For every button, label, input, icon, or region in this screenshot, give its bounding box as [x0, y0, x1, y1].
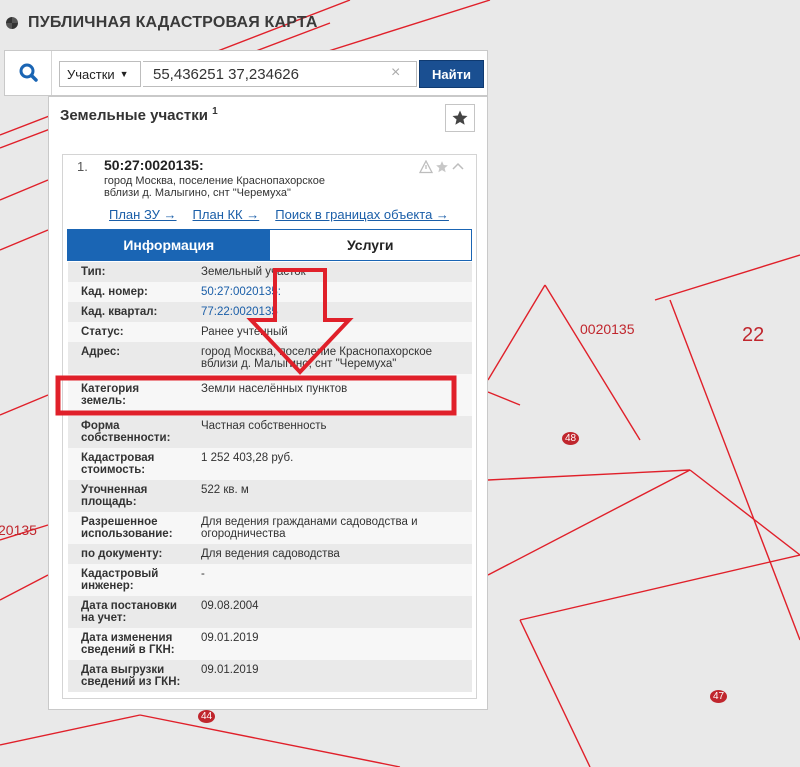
table-row: Кадастровая стоимость: 1 252 403,28 руб. [68, 448, 472, 480]
row-value-link[interactable]: 50:27:0020135: [187, 282, 472, 302]
row-key: Дата выгрузки сведений из ГКН: [81, 664, 181, 688]
row-key: Дата изменения сведений в ГКН: [81, 632, 175, 656]
table-row: Тип: Земельный участок [68, 262, 472, 282]
table-row: Категория земель: Земли населённых пункто… [68, 374, 472, 416]
row-key: Кадастровая стоимость: [81, 452, 155, 476]
plan-zu-link[interactable]: План ЗУ → [109, 207, 177, 222]
item-address-line2: вблизи д. Малыгино, снт "Черемуха" [104, 187, 291, 199]
panel-title: Земельные участки 1 [60, 106, 218, 124]
table-row: Дата изменения сведений в ГКН: 09.01.2019 [68, 628, 472, 660]
table-row: Дата выгрузки сведений из ГКН: 09.01.2019 [68, 660, 472, 692]
row-key: Уточненная площадь: [81, 484, 148, 508]
map-label-district: 22 [742, 324, 765, 346]
row-value-link[interactable]: 77:22:0020135 [187, 302, 472, 322]
row-value: Для ведения гражданами садоводства и ого… [201, 516, 418, 540]
row-key: Тип: [81, 266, 106, 278]
row-key: Адрес: [81, 346, 121, 358]
object-type-value: Участки [67, 66, 115, 82]
row-key: Разрешенное использование: [81, 516, 173, 540]
table-row: Статус: Ранее учтенный [68, 322, 472, 342]
logo-icon [6, 17, 18, 29]
search-icon [19, 63, 38, 82]
search-in-bounds-link[interactable]: Поиск в границах объекта → [275, 207, 449, 222]
row-value: Земельный участок [201, 266, 306, 278]
table-row: Кад. квартал: 77:22:0020135 [68, 302, 472, 322]
favorite-button[interactable] [445, 104, 475, 132]
results-panel: Земельные участки 1 1. 50:27:0020135: го… [48, 96, 488, 710]
search-toggle-button[interactable] [13, 60, 45, 86]
row-value: город Москва, поселение Краснопахорское … [201, 346, 433, 370]
row-key: Форма собственности: [81, 420, 171, 444]
row-key: Кад. квартал: [81, 306, 158, 318]
table-row: Кадастровый инженер: - [68, 564, 472, 596]
table-row: Форма собственности: Частная собственност… [68, 416, 472, 448]
row-value: 09.01.2019 [201, 664, 259, 676]
table-row: по документу: Для ведения садоводства [68, 544, 472, 564]
tab-information[interactable]: Информация [68, 230, 270, 260]
row-key: Дата постановки на учет: [81, 600, 177, 624]
row-value: 1 252 403,28 руб. [201, 452, 294, 464]
row-key: Категория земель: [81, 383, 140, 407]
info-table: Тип: Земельный участок Кад. номер: 50:27:0… [68, 262, 472, 692]
row-key: Кадастровый инженер: [81, 568, 159, 592]
item-address: город Москва, поселение Краснопахорское … [104, 175, 364, 199]
row-value: Для ведения садоводства [201, 548, 340, 560]
app-header: ПУБЛИЧНАЯ КАДАСТРОВАЯ КАРТА [4, 14, 318, 32]
result-card: 1. 50:27:0020135: город Москва, поселени… [62, 154, 477, 699]
map-label-quarter-left: 20135 [0, 522, 37, 538]
item-actions [419, 160, 465, 174]
table-row: Уточненная площадь: 522 кв. м [68, 480, 472, 512]
search-input[interactable] [143, 61, 417, 87]
find-button[interactable]: Найти [419, 60, 484, 88]
star-icon[interactable] [435, 160, 449, 174]
table-row: Разрешенное использование: Для ведения гр… [68, 512, 472, 544]
app-title: ПУБЛИЧНАЯ КАДАСТРОВАЯ КАРТА [28, 14, 318, 31]
table-row: Кад. номер: 50:27:0020135: [68, 282, 472, 302]
results-count: 1 [212, 106, 218, 117]
row-value: 522 кв. м [201, 484, 249, 496]
item-number: 1. [77, 159, 88, 174]
tab-bar: Информация Услуги [67, 229, 472, 261]
star-icon [452, 110, 468, 125]
item-address-line1: город Москва, поселение Краснопахорское [104, 175, 325, 187]
row-key: Кад. номер: [81, 286, 148, 298]
row-value: 09.08.2004 [201, 600, 259, 612]
row-value: 09.01.2019 [201, 632, 259, 644]
cadastral-number[interactable]: 50:27:0020135: [104, 157, 204, 173]
tab-services[interactable]: Услуги [269, 230, 471, 260]
table-row: Адрес: город Москва, поселение Краснопахо… [68, 342, 472, 374]
chevron-down-icon: ▼ [119, 69, 129, 79]
map-label-quarter: 0020135 [580, 321, 635, 337]
divider [51, 51, 52, 95]
parcel-badge-44[interactable]: 44 [198, 710, 215, 723]
plan-kk-link[interactable]: План КК → [193, 207, 260, 222]
parcel-badge-47[interactable]: 47 [710, 690, 727, 703]
row-key: по документу: [81, 548, 163, 560]
search-bar: Участки ▼ × Найти [4, 50, 488, 96]
object-type-select[interactable]: Участки ▼ [59, 61, 141, 87]
row-value: Земли населённых пунктов [201, 383, 348, 395]
row-key: Статус: [81, 326, 124, 338]
clear-icon[interactable]: × [391, 64, 400, 82]
table-row: Дата постановки на учет: 09.08.2004 [68, 596, 472, 628]
row-value: Ранее учтенный [201, 326, 288, 338]
row-value: - [201, 568, 205, 580]
warning-icon[interactable] [419, 160, 433, 174]
panel-title-text: Земельные участки [60, 107, 208, 124]
row-value: Частная собственность [201, 420, 327, 432]
item-links: План ЗУ → План КК → Поиск в границах объ… [109, 207, 449, 222]
parcel-badge-48[interactable]: 48 [562, 432, 579, 445]
chevron-up-icon[interactable] [451, 160, 465, 174]
